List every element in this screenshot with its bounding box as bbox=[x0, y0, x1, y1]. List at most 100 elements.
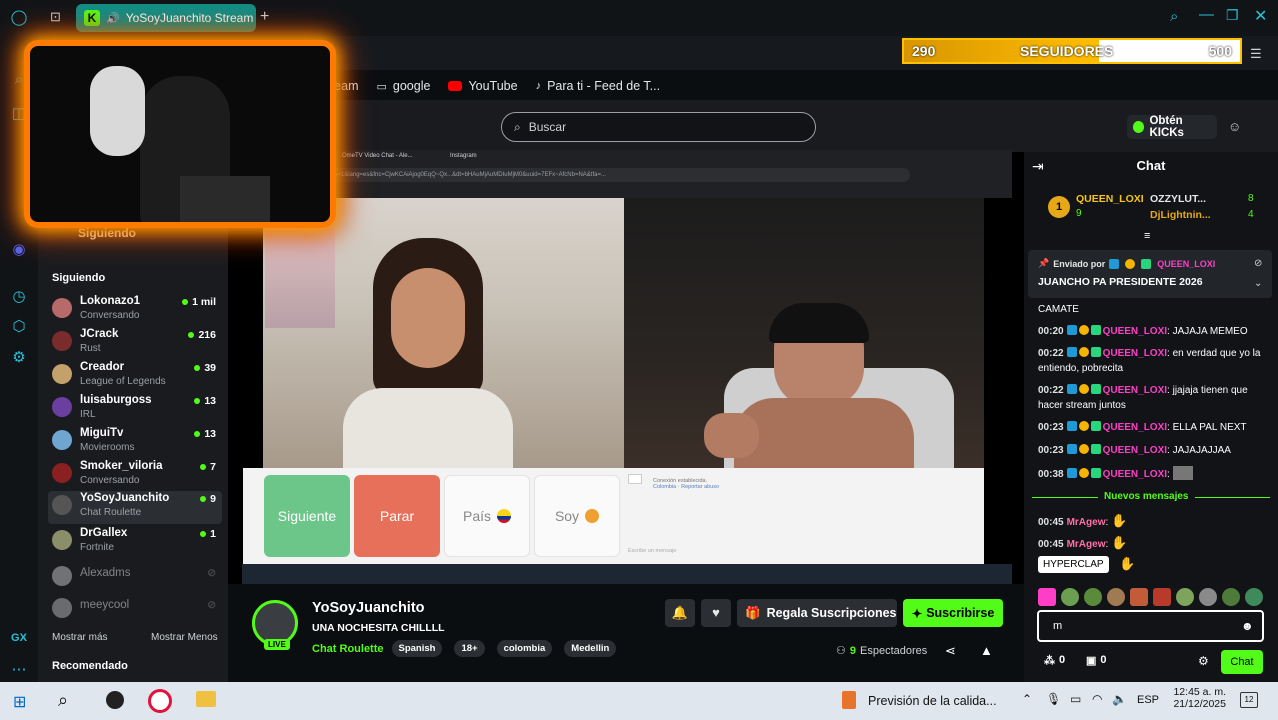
emote-icon[interactable] bbox=[1084, 588, 1102, 606]
emote-icon[interactable] bbox=[1222, 588, 1240, 606]
bookmark-google[interactable]: ▭ google bbox=[376, 79, 430, 93]
bookmark-stream[interactable]: ream bbox=[330, 79, 358, 93]
channel-name[interactable]: YoSoyJuanchito bbox=[312, 600, 425, 616]
follow-heart-icon[interactable]: ♥ bbox=[701, 599, 731, 627]
bookmark-youtube[interactable]: YouTube bbox=[448, 79, 518, 93]
emote-icon[interactable] bbox=[1107, 588, 1125, 606]
unpin-icon[interactable]: ⊘ bbox=[1254, 258, 1262, 269]
send-chat-button[interactable]: Chat bbox=[1221, 650, 1263, 674]
battery-icon[interactable]: ▭ bbox=[1070, 692, 1081, 706]
windows-start-icon[interactable]: ⊞ bbox=[13, 692, 26, 712]
message-user[interactable]: QUEEN_LOXI bbox=[1103, 422, 1167, 433]
leaderboard-user[interactable]: OZZYLUT... bbox=[1150, 193, 1206, 205]
tag[interactable]: Spanish bbox=[391, 640, 443, 657]
message-user[interactable]: QUEEN_LOXI bbox=[1103, 348, 1167, 359]
sidebar-item-drgallex[interactable]: DrGallex Fortnite 1 bbox=[52, 526, 222, 558]
message-user[interactable]: QUEEN_LOXI bbox=[1103, 469, 1167, 480]
sidebar-item-yosoyjuanchito[interactable]: YoSoyJuanchito Chat Roulette 9 bbox=[48, 491, 222, 524]
mic-icon[interactable]: 🎙 bbox=[1046, 692, 1061, 706]
wifi-icon[interactable]: ◠ bbox=[1092, 692, 1102, 706]
tray-arrow-icon[interactable]: ⌃ bbox=[1022, 692, 1032, 706]
search-icon[interactable]: ⌕ bbox=[9, 70, 29, 90]
chat-input[interactable]: m ☻ bbox=[1037, 610, 1264, 642]
maximize-icon[interactable]: ❐ bbox=[1226, 7, 1239, 24]
emote-icon[interactable] bbox=[1130, 588, 1148, 606]
emote-icon[interactable] bbox=[1199, 588, 1217, 606]
emote-icon[interactable] bbox=[1153, 588, 1171, 606]
tag[interactable]: Medellin bbox=[564, 640, 617, 657]
menu-icon[interactable]: ☰ bbox=[1250, 46, 1262, 62]
sidebar-following-toggle[interactable]: Siguiendo bbox=[78, 226, 136, 240]
emote-hyperclap-icon[interactable] bbox=[1038, 588, 1056, 606]
app-icon[interactable] bbox=[106, 691, 124, 709]
emote-icon[interactable] bbox=[1176, 588, 1194, 606]
settings-icon[interactable]: ⚙ bbox=[9, 348, 29, 368]
gift-subs-button[interactable]: 🎁 Regala Suscripciones bbox=[737, 599, 897, 627]
sidebar-item-meeycool[interactable]: meeycool ⊘ bbox=[52, 594, 222, 626]
history-icon[interactable]: ◷ bbox=[9, 287, 29, 307]
search-input[interactable]: ⌕ Buscar bbox=[501, 112, 816, 142]
opera-gx-taskbar-icon[interactable] bbox=[148, 689, 172, 713]
kicks-balance[interactable]: ⁂ 0 bbox=[1044, 654, 1065, 667]
pinned-user[interactable]: QUEEN_LOXI bbox=[1157, 259, 1215, 269]
subscribe-button[interactable]: ✦ Suscribirse bbox=[903, 599, 1003, 627]
minimize-icon[interactable]: — bbox=[1199, 6, 1214, 23]
report-flag-icon[interactable]: ▲ bbox=[980, 643, 993, 658]
pin-icon: 📌 bbox=[1038, 258, 1050, 268]
leaderboard-user[interactable]: QUEEN_LOXI bbox=[1076, 193, 1144, 205]
gift-balance[interactable]: ▣ 0 bbox=[1086, 654, 1107, 667]
gender-button[interactable]: Soy bbox=[534, 475, 620, 557]
volume-icon[interactable]: 🔈 bbox=[1112, 692, 1127, 706]
chevron-down-icon[interactable]: ⌄ bbox=[1254, 278, 1262, 289]
bookmark-tiktok[interactable]: ♪ Para ti - Feed de T... bbox=[536, 79, 661, 93]
tag[interactable]: 18+ bbox=[454, 640, 485, 657]
leaderboard-user[interactable]: DjLightnin... bbox=[1150, 209, 1211, 221]
next-button[interactable]: Siguiente bbox=[264, 475, 350, 557]
chat-settings-icon[interactable]: ⚙ bbox=[1198, 654, 1209, 668]
stop-button[interactable]: Parar bbox=[354, 475, 440, 557]
sidebar-item-luisaburgoss[interactable]: luisaburgoss IRL 13 bbox=[52, 393, 222, 425]
emote-icon[interactable] bbox=[1245, 588, 1263, 606]
close-icon[interactable]: ✕ bbox=[1254, 6, 1267, 26]
gamepad-icon[interactable]: ⊡ bbox=[50, 9, 68, 25]
sidebar-item-smoker-viloria[interactable]: Smoker_viloria Conversando 7 bbox=[52, 459, 222, 491]
extensions-icon[interactable]: ⬡ bbox=[9, 317, 29, 337]
get-kicks-button[interactable]: Obtén KICKs bbox=[1127, 115, 1217, 139]
file-explorer-icon[interactable] bbox=[196, 691, 216, 707]
gx-icon[interactable]: GX bbox=[9, 628, 29, 648]
share-icon[interactable]: ⋖ bbox=[945, 643, 956, 659]
sidebar-item-alexadms[interactable]: Alexadms ⊘ bbox=[52, 562, 222, 594]
message-user[interactable]: MrAgew bbox=[1067, 517, 1106, 528]
sidebar-item-creador[interactable]: Creador League of Legends 39 bbox=[52, 360, 222, 392]
stream-category[interactable]: Chat Roulette bbox=[312, 643, 384, 655]
message-user[interactable]: MrAgew bbox=[1067, 539, 1106, 550]
country-button[interactable]: País bbox=[444, 475, 530, 557]
weather-text[interactable]: Previsión de la calida... bbox=[868, 694, 997, 708]
notification-bell-icon[interactable]: 🔔 bbox=[665, 599, 695, 627]
emoji-picker-icon[interactable]: ☻ bbox=[1241, 619, 1254, 633]
search-tabs-icon[interactable]: ⌕ bbox=[1170, 8, 1178, 25]
report-icon[interactable] bbox=[628, 474, 642, 484]
search-icon[interactable]: ⌕ bbox=[58, 690, 68, 711]
message-user[interactable]: QUEEN_LOXI bbox=[1103, 445, 1167, 456]
language-indicator[interactable]: ESP bbox=[1137, 694, 1159, 706]
emote-icon[interactable] bbox=[1061, 588, 1079, 606]
opera-logo-icon[interactable]: ◯ bbox=[9, 8, 29, 28]
clock[interactable]: 12:45 a. m. 21/12/2025 bbox=[1170, 686, 1226, 710]
leaderboard-toggle-icon[interactable]: ≡ bbox=[1144, 230, 1150, 242]
tab-active[interactable]: K 🔊 YoSoyJuanchito Stream bbox=[76, 4, 256, 32]
layers-icon[interactable]: ◫ bbox=[9, 104, 29, 124]
sidebar-item-miguitv[interactable]: MiguiTv Movierooms 13 bbox=[52, 426, 222, 458]
message-user[interactable]: QUEEN_LOXI bbox=[1103, 326, 1167, 337]
notification-center-icon[interactable]: 12 bbox=[1240, 692, 1258, 708]
new-tab-icon[interactable]: + bbox=[260, 8, 269, 26]
more-icon[interactable]: ⋯ bbox=[9, 660, 29, 680]
tag[interactable]: colombia bbox=[496, 640, 553, 657]
show-less-link[interactable]: Mostrar Menos bbox=[151, 632, 218, 643]
discord-icon[interactable]: ◉ bbox=[9, 240, 29, 260]
message-user[interactable]: QUEEN_LOXI bbox=[1103, 385, 1167, 396]
show-more-link[interactable]: Mostrar más bbox=[52, 632, 108, 643]
sidebar-item-jcrack[interactable]: JCrack Rust 216 bbox=[52, 327, 222, 359]
user-avatar-icon[interactable]: ☺ bbox=[1228, 119, 1241, 134]
sidebar-item-lokonazo1[interactable]: Lokonazo1 Conversando 1 mil bbox=[52, 294, 222, 326]
